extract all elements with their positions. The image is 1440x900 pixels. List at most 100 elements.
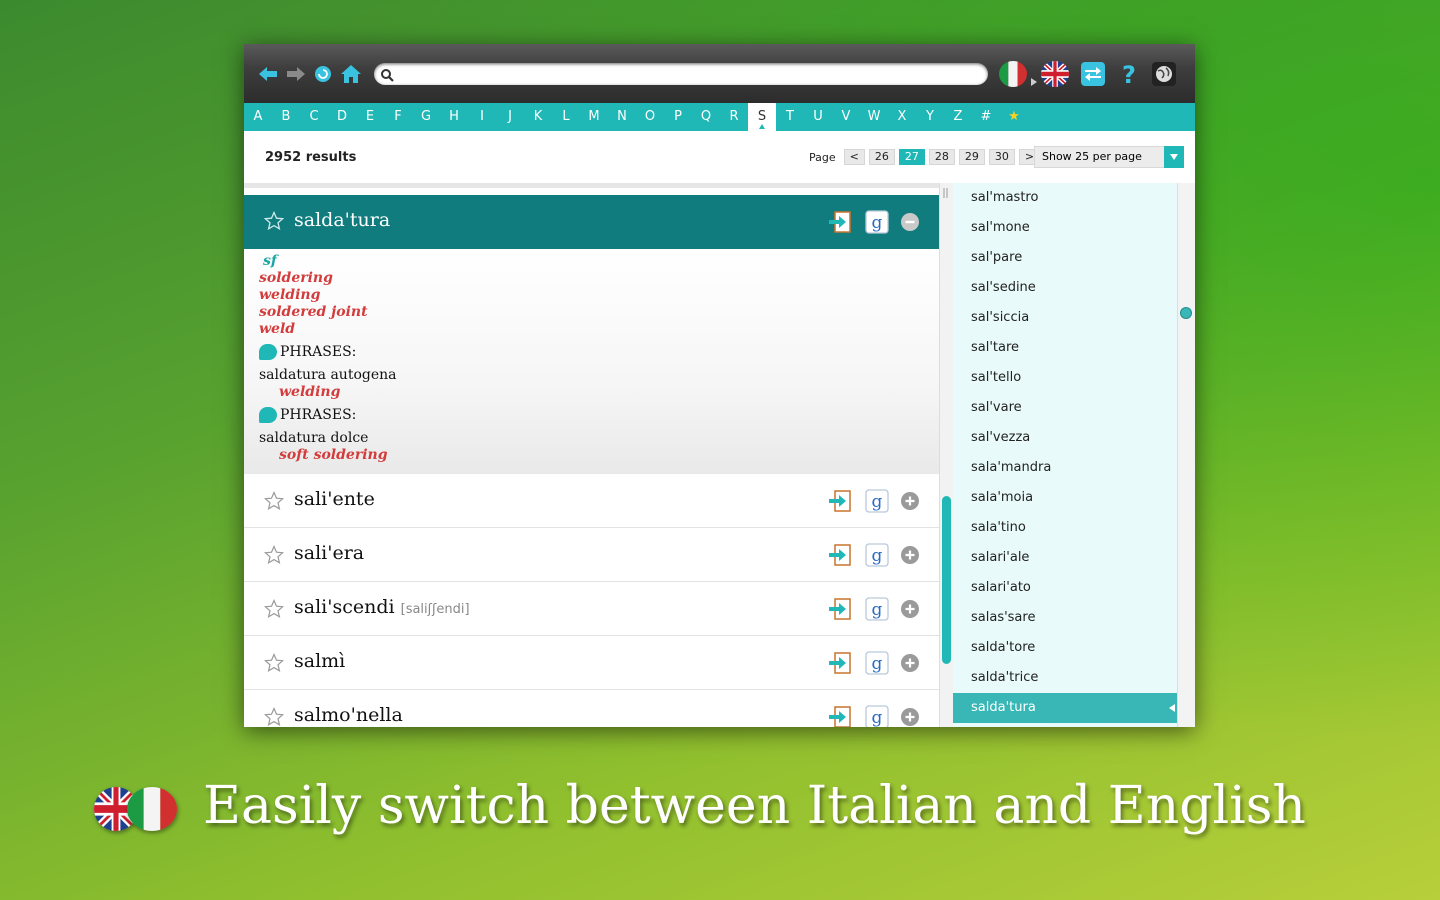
letter-tab[interactable]: R [720, 103, 748, 131]
entry-list-scrollbar[interactable] [939, 183, 953, 727]
search-bar[interactable] [374, 63, 988, 85]
sidebar-word-item[interactable]: sal'pare [953, 243, 1177, 273]
forward-arrow-icon[interactable] [285, 63, 307, 85]
letter-tab[interactable]: S [748, 103, 776, 131]
letter-tab[interactable]: C [300, 103, 328, 131]
chevron-down-icon[interactable] [1164, 146, 1184, 168]
letter-tab[interactable]: L [552, 103, 580, 131]
google-search-icon[interactable] [864, 650, 890, 676]
letter-tab[interactable]: Z [944, 103, 972, 131]
letter-tab[interactable]: T [776, 103, 804, 131]
google-search-icon[interactable] [864, 596, 890, 622]
sidebar-word-item[interactable]: sal'sedine [953, 273, 1177, 303]
sidebar-scrollbar[interactable] [1177, 183, 1195, 727]
letter-tab[interactable]: G [412, 103, 440, 131]
panel-splitter-handle[interactable] [939, 183, 953, 203]
go-to-entry-icon[interactable] [827, 209, 853, 235]
letter-tab[interactable]: Y [916, 103, 944, 131]
letter-tab[interactable]: F [384, 103, 412, 131]
google-search-icon[interactable] [864, 542, 890, 568]
sidebar-word-item[interactable]: salari'ato [953, 573, 1177, 603]
favorite-star-icon[interactable] [264, 491, 284, 511]
sidebar-word-item[interactable]: sala'tino [953, 513, 1177, 543]
sidebar-word-item[interactable]: sal'vare [953, 393, 1177, 423]
sidebar-word-item[interactable]: sala'mandra [953, 453, 1177, 483]
page-28-button[interactable]: 28 [928, 149, 955, 165]
sidebar-word-item[interactable]: sal'tello [953, 363, 1177, 393]
expand-icon[interactable] [897, 488, 923, 514]
list-item[interactable]: sali'ente [244, 474, 939, 528]
letter-tab[interactable]: H [440, 103, 468, 131]
expand-icon[interactable] [897, 542, 923, 568]
letter-tab[interactable]: E [356, 103, 384, 131]
letter-tab[interactable]: Q [692, 103, 720, 131]
page-30-button[interactable]: 30 [988, 149, 1015, 165]
favorite-star-icon[interactable] [264, 545, 284, 565]
google-search-icon[interactable] [864, 704, 890, 727]
sidebar-word-item[interactable]: salas'sare [953, 603, 1177, 633]
letter-tab[interactable]: I [468, 103, 496, 131]
help-icon[interactable]: ? [1118, 61, 1140, 87]
favorite-star-icon[interactable] [264, 707, 284, 727]
letter-tab[interactable]: P [664, 103, 692, 131]
letter-tab[interactable]: U [804, 103, 832, 131]
favorite-star-icon[interactable] [264, 599, 284, 619]
expand-icon[interactable] [897, 596, 923, 622]
list-item[interactable]: salmo'nella [244, 690, 939, 727]
go-to-entry-icon[interactable] [827, 488, 853, 514]
sidebar-word-item[interactable]: sal'tare [953, 333, 1177, 363]
favorite-star-icon[interactable] [264, 211, 284, 231]
expanded-entry-header[interactable]: salda'tura [244, 195, 939, 249]
sidebar-word-item[interactable]: sala'moia [953, 483, 1177, 513]
expand-icon[interactable] [897, 650, 923, 676]
per-page-select[interactable]: Show 25 per page [1034, 146, 1184, 168]
go-to-entry-icon[interactable] [827, 704, 853, 727]
letter-tab[interactable]: A [244, 103, 272, 131]
list-item[interactable]: sali'era [244, 528, 939, 582]
list-item[interactable]: sali'scendi [saliʃʃendi] [244, 582, 939, 636]
sidebar-word-item[interactable]: salda'trice [953, 663, 1177, 693]
letter-tab[interactable]: ★ [1000, 103, 1028, 131]
letter-tab[interactable]: M [580, 103, 608, 131]
go-to-entry-icon[interactable] [827, 650, 853, 676]
swap-language-icon[interactable] [1080, 61, 1106, 87]
letter-tab[interactable]: # [972, 103, 1000, 131]
sidebar-word-item[interactable]: salda'tore [953, 633, 1177, 663]
sidebar-word-item[interactable]: sal'siccia [953, 303, 1177, 333]
letter-tab[interactable]: K [524, 103, 552, 131]
sidebar-word-item[interactable]: salari'ale [953, 543, 1177, 573]
sidebar-word-item[interactable]: salda'tura [953, 693, 1177, 723]
letter-tab[interactable]: V [832, 103, 860, 131]
letter-tab[interactable]: N [608, 103, 636, 131]
italian-flag-icon[interactable] [999, 61, 1027, 87]
google-search-icon[interactable] [864, 488, 890, 514]
home-icon[interactable] [340, 63, 362, 85]
sidebar-word-item[interactable]: sal'vezza [953, 423, 1177, 453]
expand-icon[interactable] [897, 704, 923, 727]
search-input[interactable] [398, 65, 978, 83]
sidebar-word-item[interactable]: sal'mastro [953, 183, 1177, 213]
page-29-button[interactable]: 29 [958, 149, 985, 165]
letter-tab[interactable]: B [272, 103, 300, 131]
letter-tab[interactable]: D [328, 103, 356, 131]
back-arrow-icon[interactable] [257, 63, 279, 85]
scrollbar-thumb[interactable] [942, 496, 951, 664]
page-27-button[interactable]: 27 [898, 149, 925, 165]
scrollbar-thumb[interactable] [1180, 307, 1192, 319]
letter-tab[interactable]: W [860, 103, 888, 131]
letter-tab[interactable]: X [888, 103, 916, 131]
go-to-entry-icon[interactable] [827, 596, 853, 622]
page-26-button[interactable]: 26 [868, 149, 895, 165]
letter-tab[interactable]: J [496, 103, 524, 131]
sidebar-word-item[interactable]: sal'mone [953, 213, 1177, 243]
letter-tab[interactable]: O [636, 103, 664, 131]
refresh-icon[interactable] [312, 63, 334, 85]
favorite-star-icon[interactable] [264, 653, 284, 673]
english-flag-icon[interactable] [1041, 61, 1069, 87]
collapse-icon[interactable] [897, 209, 923, 235]
go-to-entry-icon[interactable] [827, 542, 853, 568]
list-item[interactable]: salmì [244, 636, 939, 690]
globe-icon[interactable] [1151, 61, 1177, 87]
google-search-icon[interactable] [864, 209, 890, 235]
prev-page-button[interactable]: < [843, 149, 865, 165]
